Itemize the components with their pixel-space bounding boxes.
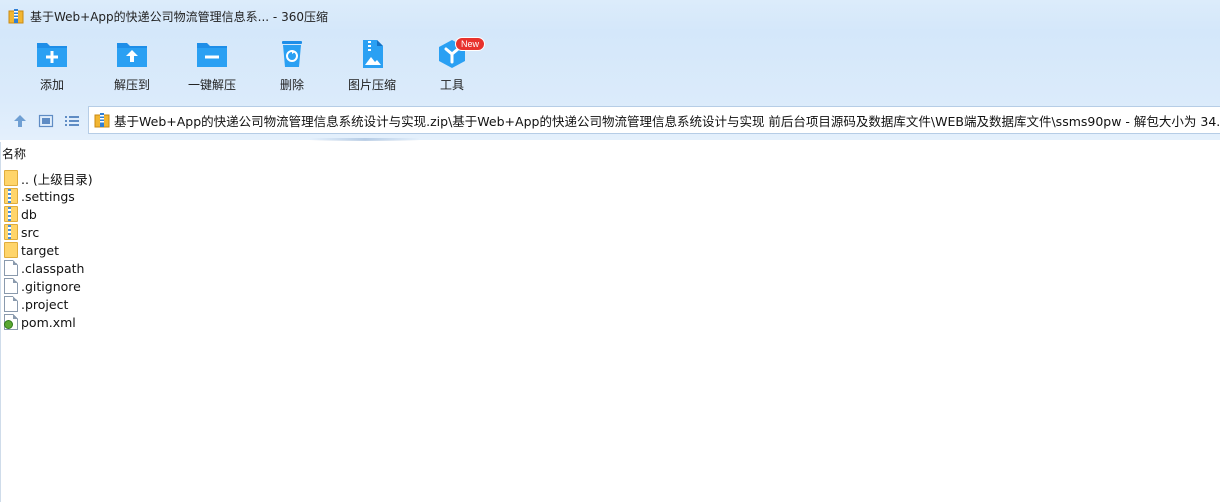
folder-icon	[4, 170, 18, 186]
file-name: .project	[21, 296, 69, 312]
zip-folder-icon	[4, 188, 18, 204]
toolbar: 添加 解压到 一键解压 删除 图片压缩 工具 New	[0, 32, 1220, 102]
image-compress-button[interactable]: 图片压缩	[332, 38, 412, 96]
recycle-bin-icon	[275, 38, 309, 70]
archive-window: 基于Web+App的快递公司物流管理信息系... - 360压缩 添加 解压到 …	[0, 0, 1220, 502]
address-bar: 基于Web+App的快递公司物流管理信息系统设计与实现.zip\基于Web+Ap…	[0, 102, 1220, 140]
one-click-extract-icon	[195, 38, 229, 70]
title-bar: 基于Web+App的快递公司物流管理信息系... - 360压缩	[0, 0, 1220, 32]
list-item[interactable]: src	[4, 223, 39, 241]
file-name: src	[21, 224, 40, 240]
image-compress-label: 图片压缩	[347, 78, 396, 92]
image-compress-icon	[355, 38, 389, 70]
one-click-extract-button[interactable]: 一键解压	[172, 38, 252, 96]
list-item[interactable]: .project	[4, 295, 68, 313]
extract-to-button[interactable]: 解压到	[92, 38, 172, 96]
add-folder-icon	[35, 38, 69, 70]
archive-icon	[94, 112, 110, 128]
file-icon	[4, 278, 18, 294]
column-header[interactable]: 名称	[1, 142, 1220, 164]
list-item[interactable]: .gitignore	[4, 277, 81, 295]
divider	[310, 138, 420, 141]
zip-folder-icon	[4, 206, 18, 222]
extract-to-label: 解压到	[113, 78, 150, 92]
delete-label: 删除	[279, 78, 304, 92]
file-list: 名称 .. (上级目录) .settings db src target .cl…	[0, 142, 1220, 502]
xml-file-icon	[4, 314, 18, 330]
file-name: .settings	[21, 188, 75, 204]
folder-icon	[4, 242, 18, 258]
zip-folder-icon	[4, 224, 18, 240]
file-name: db	[21, 206, 37, 222]
tools-button[interactable]: 工具 New	[412, 37, 492, 96]
file-name: .gitignore	[21, 278, 81, 294]
add-label: 添加	[39, 78, 64, 92]
tools-label: 工具	[439, 78, 464, 92]
list-item-parent-dir[interactable]: .. (上级目录)	[4, 169, 93, 187]
list-item[interactable]: .settings	[4, 187, 75, 205]
up-arrow-icon[interactable]	[11, 112, 29, 130]
path-text: 基于Web+App的快递公司物流管理信息系统设计与实现.zip\基于Web+Ap…	[114, 113, 1220, 129]
new-badge: New	[455, 37, 486, 51]
app-logo-icon	[8, 8, 24, 24]
one-click-extract-label: 一键解压	[187, 78, 236, 92]
extract-to-icon	[115, 38, 149, 70]
file-name: .. (上级目录)	[21, 171, 93, 187]
delete-button[interactable]: 删除	[252, 38, 332, 96]
file-name: pom.xml	[21, 314, 76, 330]
list-item[interactable]: db	[4, 205, 37, 223]
thumbnail-view-icon[interactable]	[37, 112, 55, 130]
list-view-icon[interactable]	[63, 112, 81, 130]
file-icon	[4, 296, 18, 312]
list-item[interactable]: .classpath	[4, 259, 84, 277]
file-name: target	[21, 242, 60, 258]
file-name: .classpath	[21, 260, 85, 276]
add-button[interactable]: 添加	[12, 38, 92, 96]
path-field[interactable]: 基于Web+App的快递公司物流管理信息系统设计与实现.zip\基于Web+Ap…	[88, 106, 1220, 134]
name-column-header[interactable]: 名称	[1, 145, 26, 162]
window-title: 基于Web+App的快递公司物流管理信息系... - 360压缩	[30, 9, 328, 24]
list-item[interactable]: target	[4, 241, 59, 259]
file-icon	[4, 260, 18, 276]
list-item[interactable]: pom.xml	[4, 313, 76, 331]
